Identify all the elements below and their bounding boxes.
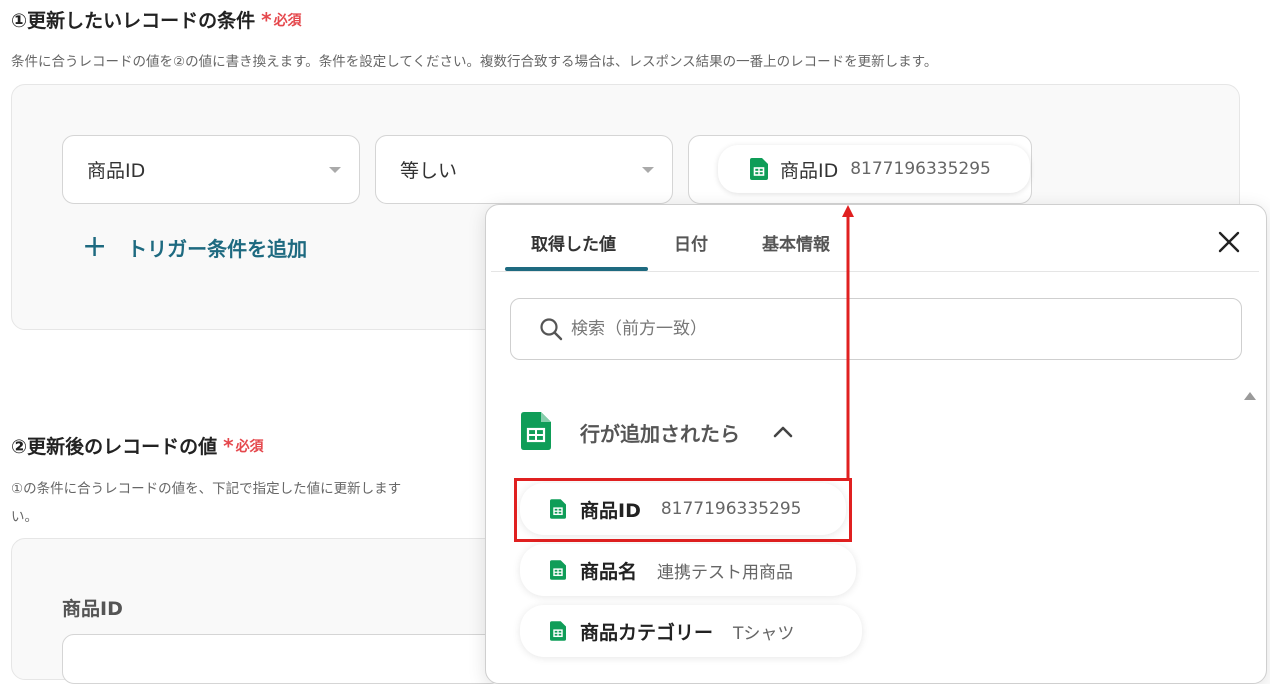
asterisk-icon: * — [223, 433, 234, 458]
section2-description: ①の条件に合うレコードの値を、下記で指定した値に更新します — [11, 481, 402, 497]
plus-icon: + — [82, 229, 108, 264]
section2-description-cont: い。 — [11, 509, 38, 525]
tab-basic-info[interactable]: 基本情報 — [762, 230, 830, 255]
highlight-box — [514, 478, 852, 542]
search-input[interactable] — [571, 319, 1171, 339]
chevron-down-icon — [329, 166, 341, 173]
tab-acquired-values[interactable]: 取得した値 — [531, 230, 616, 255]
field-select[interactable]: 商品ID — [62, 135, 360, 204]
annotation-arrow — [842, 205, 854, 481]
value-chip[interactable]: 商品ID 8177196335295 — [718, 145, 1030, 193]
list-item-product-category[interactable]: 商品カテゴリー Tシャツ — [520, 605, 862, 657]
sheets-icon — [550, 621, 566, 641]
section1-title: ①更新したいレコードの条件 * 必須 — [11, 7, 302, 33]
search-box[interactable] — [510, 298, 1242, 360]
add-condition-button[interactable]: + トリガー条件を追加 — [82, 232, 307, 262]
list-item-product-name[interactable]: 商品名 連携テスト用商品 — [520, 544, 856, 596]
asterisk-icon: * — [261, 7, 272, 32]
trigger-group-title: 行が追加されたら — [580, 422, 740, 446]
sheets-icon — [550, 560, 566, 580]
product-id-input[interactable] — [62, 634, 502, 684]
sheets-icon — [521, 412, 551, 450]
operator-select[interactable]: 等しい — [375, 135, 673, 204]
chevron-down-icon — [642, 166, 654, 173]
field-label-product-id: 商品ID — [62, 598, 123, 620]
tab-date[interactable]: 日付 — [674, 230, 708, 255]
sheets-icon — [750, 158, 768, 180]
chevron-up-icon[interactable] — [772, 422, 794, 440]
required-badge: * 必須 — [261, 7, 302, 32]
section1-description: 条件に合うレコードの値を②の値に書き換えます。条件を設定してください。複数行合致… — [11, 54, 938, 70]
search-icon — [540, 318, 563, 341]
close-icon[interactable] — [1217, 230, 1241, 254]
scroll-up-arrow[interactable] — [1244, 392, 1256, 400]
tab-divider — [491, 271, 1259, 272]
section2-title: ②更新後のレコードの値 * 必須 — [11, 433, 264, 459]
required-badge: * 必須 — [223, 433, 264, 458]
